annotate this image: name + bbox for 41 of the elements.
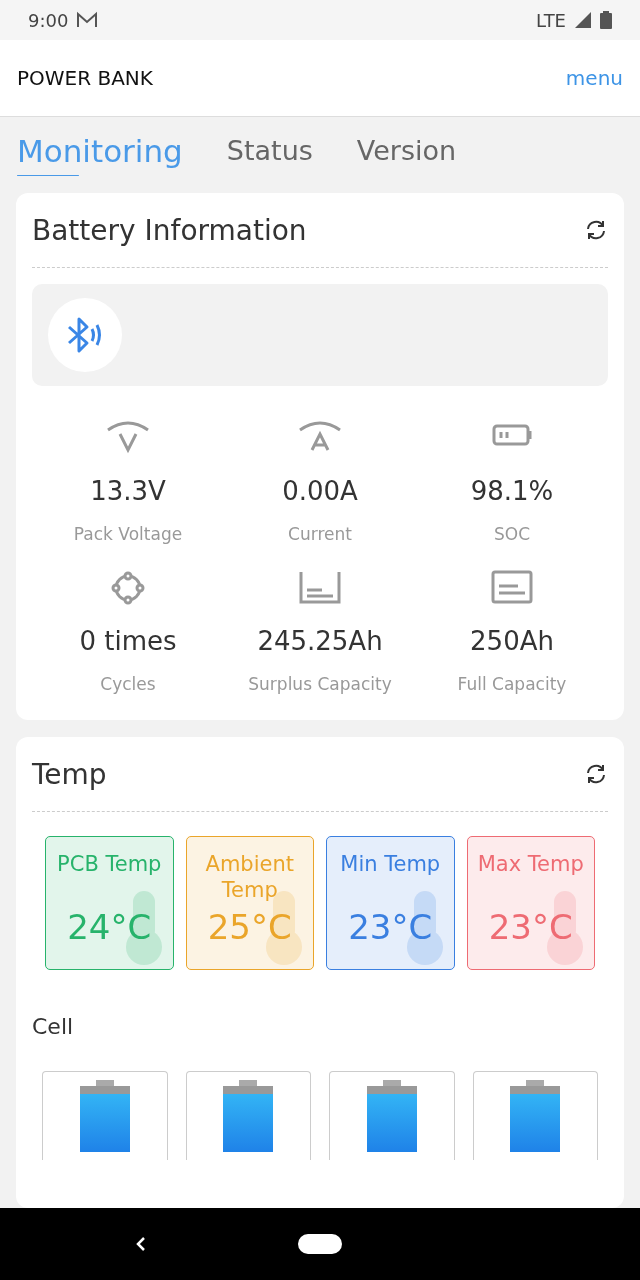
metric-value: 13.3V — [90, 476, 166, 506]
metric-label: Pack Voltage — [73, 524, 183, 544]
battery-cell-icon — [223, 1080, 274, 1152]
battery-cell-icon — [79, 1080, 130, 1152]
menu-link[interactable]: menu — [565, 66, 623, 90]
temp-label: Max Temp — [477, 851, 584, 877]
tab[interactable]: Version — [356, 131, 457, 176]
signal-icon — [574, 11, 592, 29]
metric-value: 98.1% — [470, 476, 554, 506]
metric-value: 0 times — [79, 626, 177, 656]
metric-value: 245.25Ah — [257, 626, 383, 656]
metric-label: SOC — [493, 524, 530, 544]
temp-value: 25°C — [207, 907, 292, 947]
card-title: Temp — [32, 757, 107, 791]
card-title: Battery Information — [32, 213, 307, 247]
network-label: LTE — [536, 9, 566, 31]
metric-value: 0.00A — [282, 476, 358, 506]
metric-value: 250Ah — [470, 626, 554, 656]
temp-value: 24°C — [67, 907, 152, 947]
metric-label: Cycles — [100, 674, 156, 694]
metric-label: Surplus Capacity — [248, 674, 392, 694]
battery-cell-icon — [510, 1080, 561, 1152]
battery-cell-icon — [366, 1080, 417, 1152]
back-icon[interactable] — [134, 1235, 148, 1253]
status-time: 9:00 — [28, 9, 69, 31]
metric-label: Current — [288, 524, 352, 544]
temp-value: 23°C — [488, 907, 573, 947]
refresh-icon[interactable] — [584, 762, 608, 786]
temp-label: PCB Temp — [57, 851, 162, 877]
tab[interactable]: Monitoring — [17, 131, 183, 176]
section-title: Cell — [32, 1013, 75, 1041]
temp-value: 23°C — [348, 907, 433, 947]
temp-label: Ambient Temp — [204, 851, 295, 903]
tab[interactable]: Status — [226, 131, 313, 176]
app-title: POWER BANK — [17, 66, 153, 90]
refresh-icon[interactable] — [584, 218, 608, 242]
temp-label: Min Temp — [340, 851, 441, 877]
mail-icon — [76, 11, 99, 29]
home-button-icon[interactable] — [298, 1234, 342, 1254]
battery-status-icon — [600, 11, 612, 29]
metric-label: Full Capacity — [457, 674, 567, 694]
